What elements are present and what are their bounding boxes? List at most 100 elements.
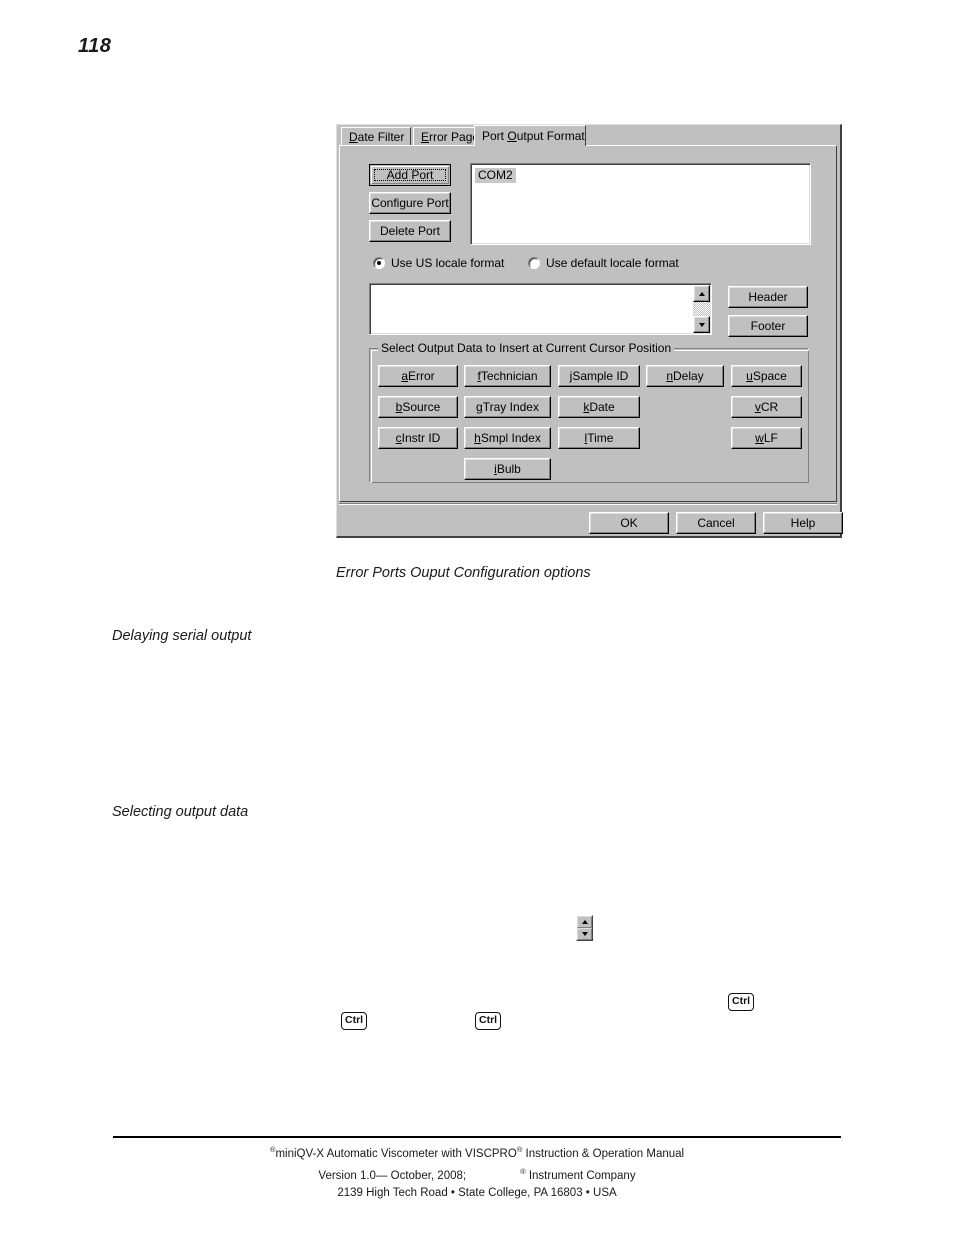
- insert-lf-mnemonic: w: [755, 431, 764, 445]
- tab-port-output-format-label: utput Format: [516, 129, 585, 143]
- insert-date-label: Date: [589, 400, 615, 414]
- insert-lf-button[interactable]: w LF: [731, 427, 802, 449]
- footer: ®miniQV-X Automatic Viscometer with VISC…: [113, 1141, 841, 1202]
- ok-button[interactable]: OK: [589, 512, 669, 534]
- insert-instr-id-label: Instr ID: [401, 431, 441, 445]
- radio-us-locale-indicator[interactable]: [373, 257, 385, 269]
- insert-cr-button[interactable]: v CR: [731, 396, 802, 418]
- insert-space-label: Space: [752, 369, 787, 383]
- tab-date-filter-mnemonic: D: [349, 130, 358, 144]
- insert-space-mnemonic: u: [746, 369, 753, 383]
- footer-line-2-post: Instrument Company: [528, 1169, 636, 1182]
- delete-port-button[interactable]: Delete Port: [369, 220, 451, 242]
- insert-delay-mnemonic: n: [666, 369, 673, 383]
- footer-line-1-post: Instruction & Operation Manual: [525, 1147, 685, 1160]
- format-textarea-scrollbar[interactable]: [693, 285, 710, 333]
- insert-technician-label: Technician: [480, 369, 538, 383]
- footer-line-2: Version 1.0— October, 2008; ® Instrument …: [113, 1163, 841, 1185]
- port-listbox[interactable]: COM2: [470, 163, 811, 245]
- radio-us-locale-format[interactable]: Use US locale format: [373, 256, 504, 270]
- radio-default-locale-indicator[interactable]: [528, 257, 540, 269]
- keycap-ctrl-1: Ctrl: [341, 1012, 368, 1030]
- insert-bulb-label: Bulb: [496, 462, 521, 476]
- insert-source-button[interactable]: b Source: [378, 396, 458, 418]
- insert-time-button[interactable]: l Time: [558, 427, 640, 449]
- help-button-label: Help: [790, 516, 816, 530]
- keycap-ctrl-2: Ctrl: [475, 1012, 502, 1030]
- insert-bulb-button[interactable]: i Bulb: [464, 458, 551, 480]
- footer-button-label: Footer: [750, 319, 786, 333]
- section-heading-delaying-serial-output: Delaying serial output: [112, 628, 252, 644]
- figure-caption: Error Ports Ouput Configuration options: [336, 565, 591, 581]
- configure-port-button[interactable]: Configure Port: [369, 192, 451, 214]
- insert-error-button[interactable]: a Error: [378, 365, 458, 387]
- tab-error-page-mnemonic: E: [421, 130, 430, 144]
- add-port-button[interactable]: Add Port: [369, 164, 451, 186]
- footer-line-2-pre: Version 1.0— October, 2008;: [318, 1169, 467, 1182]
- port-output-format-dialog: Date Filter Error Page Port Output Forma…: [336, 124, 843, 538]
- tab-date-filter[interactable]: Date Filter: [341, 127, 411, 146]
- keycap-ctrl-3: Ctrl: [728, 993, 755, 1011]
- spinner-control-glyph[interactable]: [576, 915, 593, 941]
- insert-time-label: Time: [587, 431, 614, 445]
- arrow-down-icon: [581, 932, 588, 936]
- insert-source-label: Source: [402, 400, 441, 414]
- footer-line-1: ®miniQV-X Automatic Viscometer with VISC…: [113, 1141, 841, 1163]
- help-button[interactable]: Help: [763, 512, 843, 534]
- tab-port-output-format[interactable]: Port Output Format: [474, 125, 586, 146]
- insert-smpl-index-label: Smpl Index: [480, 431, 541, 445]
- add-port-button-bevel: Add Port: [371, 166, 449, 184]
- insert-error-mnemonic: a: [401, 369, 408, 383]
- cancel-button[interactable]: Cancel: [676, 512, 756, 534]
- footer-line-1-pre: miniQV-X Automatic Viscometer with VISCP…: [275, 1147, 517, 1160]
- insert-tray-index-button[interactable]: g Tray Index: [464, 396, 551, 418]
- output-data-groupbox-label: Select Output Data to Insert at Current …: [378, 341, 675, 355]
- insert-date-button[interactable]: k Date: [558, 396, 640, 418]
- insert-delay-button[interactable]: n Delay: [646, 365, 724, 387]
- ok-button-label: OK: [620, 516, 638, 530]
- footer-line-3: 2139 High Tech Road • State College, PA …: [337, 1186, 617, 1199]
- cancel-button-label: Cancel: [697, 516, 735, 530]
- arrow-up-icon: [698, 291, 705, 296]
- dialog-tabstrip: Date Filter Error Page Port Output Forma…: [337, 125, 840, 146]
- insert-space-button[interactable]: u Space: [731, 365, 802, 387]
- format-string-textarea[interactable]: [369, 283, 712, 335]
- insert-error-label: Error: [408, 369, 435, 383]
- insert-sample-id-button[interactable]: j Sample ID: [558, 365, 640, 387]
- footer-button[interactable]: Footer: [728, 315, 808, 337]
- port-list-item-com2[interactable]: COM2: [475, 168, 516, 183]
- radio-default-locale-label: Use default locale format: [546, 256, 679, 270]
- footer-registered-mark-3: ®: [520, 1166, 526, 1176]
- scroll-down-button[interactable]: [693, 316, 710, 333]
- insert-smpl-index-mnemonic: h: [474, 431, 481, 445]
- footer-rule: [113, 1136, 841, 1138]
- add-port-button-label: Add Port: [386, 168, 434, 182]
- radio-default-locale-format[interactable]: Use default locale format: [528, 256, 679, 270]
- insert-technician-button[interactable]: f Technician: [464, 365, 551, 387]
- insert-cr-label: CR: [760, 400, 779, 414]
- delete-port-button-label: Delete Port: [379, 224, 441, 238]
- header-button[interactable]: Header: [728, 286, 808, 308]
- tab-port-output-format-mnemonic: O: [507, 129, 517, 143]
- output-data-groupbox: Select Output Data to Insert at Current …: [369, 341, 809, 483]
- section-heading-selecting-output-data: Selecting output data: [112, 804, 249, 820]
- radio-us-locale-label: Use US locale format: [391, 256, 505, 270]
- insert-source-mnemonic: b: [395, 400, 403, 414]
- header-button-label: Header: [748, 290, 788, 304]
- scrollbar-track[interactable]: [693, 302, 710, 316]
- page-number: 118: [78, 35, 112, 57]
- insert-smpl-index-button[interactable]: h Smpl Index: [464, 427, 551, 449]
- port-output-format-panel: Add Port Configure Port Delete Port COM2…: [339, 145, 837, 502]
- footer-registered-mark-2: ®: [516, 1145, 523, 1154]
- dialog-separator: [339, 503, 837, 505]
- tab-port-output-format-prefix: Port: [482, 129, 508, 143]
- tab-date-filter-label: ate Filter: [357, 130, 405, 144]
- insert-tray-index-label: Tray Index: [482, 400, 539, 414]
- insert-instr-id-button[interactable]: c Instr ID: [378, 427, 458, 449]
- insert-tray-index-mnemonic: g: [476, 400, 483, 414]
- insert-lf-label: LF: [763, 431, 778, 445]
- spinner-down-button[interactable]: [577, 928, 592, 940]
- insert-delay-label: Delay: [673, 369, 704, 383]
- spinner-up-button[interactable]: [577, 916, 592, 928]
- scroll-up-button[interactable]: [693, 285, 710, 302]
